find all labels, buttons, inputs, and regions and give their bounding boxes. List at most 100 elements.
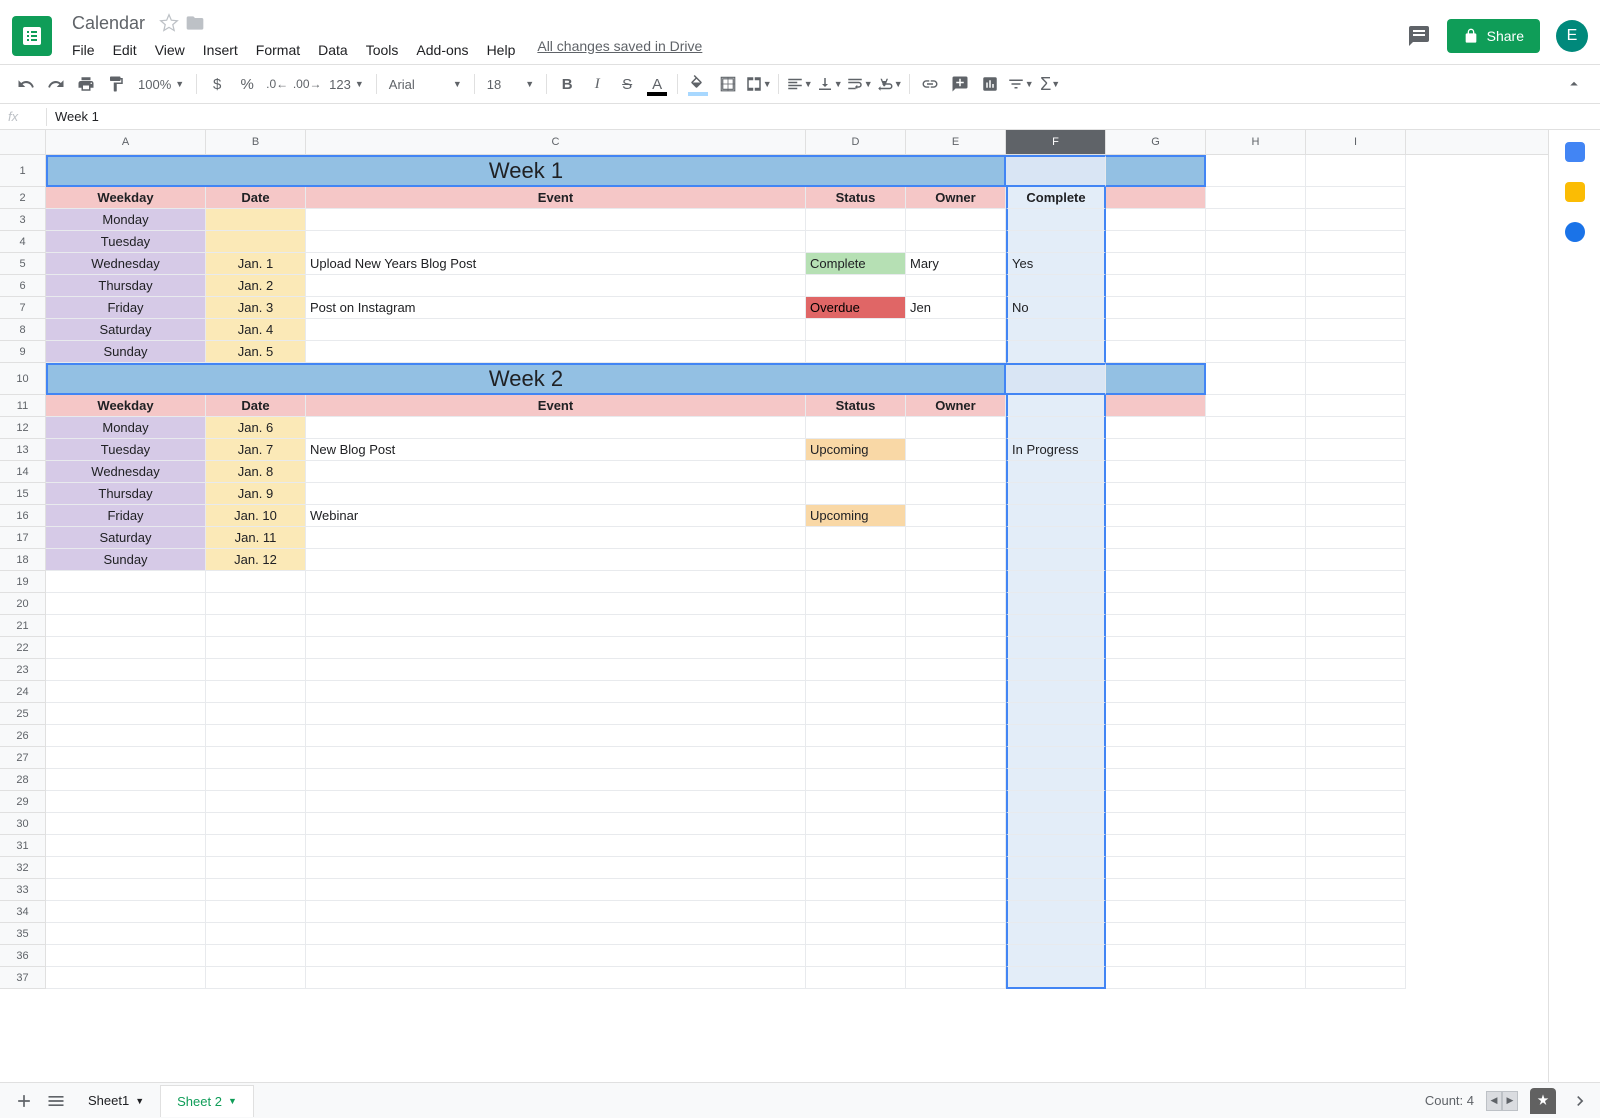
- cell-5-E[interactable]: Mary: [906, 253, 1006, 275]
- cell-19-I[interactable]: [1306, 571, 1406, 593]
- row-header-37[interactable]: 37: [0, 967, 46, 989]
- cell-11-A[interactable]: Weekday: [46, 395, 206, 417]
- keep-addon-icon[interactable]: [1565, 182, 1585, 202]
- cell-2-G[interactable]: [1106, 187, 1206, 209]
- cell-37-B[interactable]: [206, 967, 306, 989]
- cell-17-C[interactable]: [306, 527, 806, 549]
- menu-format[interactable]: Format: [248, 38, 308, 62]
- row-header-31[interactable]: 31: [0, 835, 46, 857]
- cell-34-B[interactable]: [206, 901, 306, 923]
- menu-file[interactable]: File: [64, 38, 103, 62]
- cell-12-F[interactable]: [1006, 417, 1106, 439]
- tab-menu-caret[interactable]: ▼: [228, 1096, 237, 1106]
- cell-7-B[interactable]: Jan. 3: [206, 297, 306, 319]
- cell-1-merged[interactable]: Week 1: [46, 155, 1006, 187]
- cell-34-D[interactable]: [806, 901, 906, 923]
- redo-button[interactable]: [42, 70, 70, 98]
- row-header-18[interactable]: 18: [0, 549, 46, 571]
- cell-26-A[interactable]: [46, 725, 206, 747]
- cell-19-H[interactable]: [1206, 571, 1306, 593]
- move-folder-icon[interactable]: [185, 13, 205, 33]
- cell-5-I[interactable]: [1306, 253, 1406, 275]
- cell-8-C[interactable]: [306, 319, 806, 341]
- cell-17-D[interactable]: [806, 527, 906, 549]
- cell-28-F[interactable]: [1006, 769, 1106, 791]
- cell-15-E[interactable]: [906, 483, 1006, 505]
- cell-25-B[interactable]: [206, 703, 306, 725]
- cell-10-merged[interactable]: Week 2: [46, 363, 1006, 395]
- row-header-23[interactable]: 23: [0, 659, 46, 681]
- cell-28-H[interactable]: [1206, 769, 1306, 791]
- cell-31-I[interactable]: [1306, 835, 1406, 857]
- cell-31-H[interactable]: [1206, 835, 1306, 857]
- cell-30-F[interactable]: [1006, 813, 1106, 835]
- cell-32-I[interactable]: [1306, 857, 1406, 879]
- cell-2-H[interactable]: [1206, 187, 1306, 209]
- cell-34-H[interactable]: [1206, 901, 1306, 923]
- cell-12-G[interactable]: [1106, 417, 1206, 439]
- cell-10-I[interactable]: [1306, 363, 1406, 395]
- cell-20-E[interactable]: [906, 593, 1006, 615]
- menu-view[interactable]: View: [147, 38, 193, 62]
- calendar-addon-icon[interactable]: [1565, 142, 1585, 162]
- cell-20-H[interactable]: [1206, 593, 1306, 615]
- cell-3-E[interactable]: [906, 209, 1006, 231]
- cell-25-I[interactable]: [1306, 703, 1406, 725]
- cell-3-B[interactable]: [206, 209, 306, 231]
- row-header-4[interactable]: 4: [0, 231, 46, 253]
- row-header-20[interactable]: 20: [0, 593, 46, 615]
- cell-20-D[interactable]: [806, 593, 906, 615]
- col-header-F[interactable]: F: [1006, 130, 1106, 154]
- text-rotation-button[interactable]: ▼: [875, 70, 903, 98]
- col-header-C[interactable]: C: [306, 130, 806, 154]
- cell-15-B[interactable]: Jan. 9: [206, 483, 306, 505]
- cell-20-C[interactable]: [306, 593, 806, 615]
- cell-14-I[interactable]: [1306, 461, 1406, 483]
- row-header-29[interactable]: 29: [0, 791, 46, 813]
- cell-2-I[interactable]: [1306, 187, 1406, 209]
- cell-4-G[interactable]: [1106, 231, 1206, 253]
- tab-menu-caret[interactable]: ▼: [135, 1096, 144, 1106]
- cell-37-E[interactable]: [906, 967, 1006, 989]
- cell-17-E[interactable]: [906, 527, 1006, 549]
- cell-24-I[interactable]: [1306, 681, 1406, 703]
- cell-18-H[interactable]: [1206, 549, 1306, 571]
- cell-11-I[interactable]: [1306, 395, 1406, 417]
- cell-13-H[interactable]: [1206, 439, 1306, 461]
- menu-edit[interactable]: Edit: [105, 38, 145, 62]
- cell-3-F[interactable]: [1006, 209, 1106, 231]
- cell-30-A[interactable]: [46, 813, 206, 835]
- cell-18-G[interactable]: [1106, 549, 1206, 571]
- decrease-decimal-button[interactable]: .0←: [263, 70, 291, 98]
- cell-9-B[interactable]: Jan. 5: [206, 341, 306, 363]
- cell-6-C[interactable]: [306, 275, 806, 297]
- cell-22-F[interactable]: [1006, 637, 1106, 659]
- cell-13-A[interactable]: Tuesday: [46, 439, 206, 461]
- cell-11-D[interactable]: Status: [806, 395, 906, 417]
- cell-20-A[interactable]: [46, 593, 206, 615]
- cell-3-I[interactable]: [1306, 209, 1406, 231]
- row-header-1[interactable]: 1: [0, 155, 46, 187]
- cell-34-C[interactable]: [306, 901, 806, 923]
- cell-35-C[interactable]: [306, 923, 806, 945]
- cell-23-H[interactable]: [1206, 659, 1306, 681]
- cell-3-H[interactable]: [1206, 209, 1306, 231]
- cell-16-B[interactable]: Jan. 10: [206, 505, 306, 527]
- cell-8-H[interactable]: [1206, 319, 1306, 341]
- cell-26-G[interactable]: [1106, 725, 1206, 747]
- cell-27-A[interactable]: [46, 747, 206, 769]
- cell-12-E[interactable]: [906, 417, 1006, 439]
- cell-6-I[interactable]: [1306, 275, 1406, 297]
- cell-6-H[interactable]: [1206, 275, 1306, 297]
- cell-29-D[interactable]: [806, 791, 906, 813]
- cell-13-B[interactable]: Jan. 7: [206, 439, 306, 461]
- cell-6-G[interactable]: [1106, 275, 1206, 297]
- cell-8-A[interactable]: Saturday: [46, 319, 206, 341]
- cell-1-H[interactable]: [1206, 155, 1306, 187]
- cell-1-G[interactable]: [1106, 155, 1206, 187]
- cell-20-B[interactable]: [206, 593, 306, 615]
- cell-27-E[interactable]: [906, 747, 1006, 769]
- cell-31-A[interactable]: [46, 835, 206, 857]
- cell-35-H[interactable]: [1206, 923, 1306, 945]
- cell-7-I[interactable]: [1306, 297, 1406, 319]
